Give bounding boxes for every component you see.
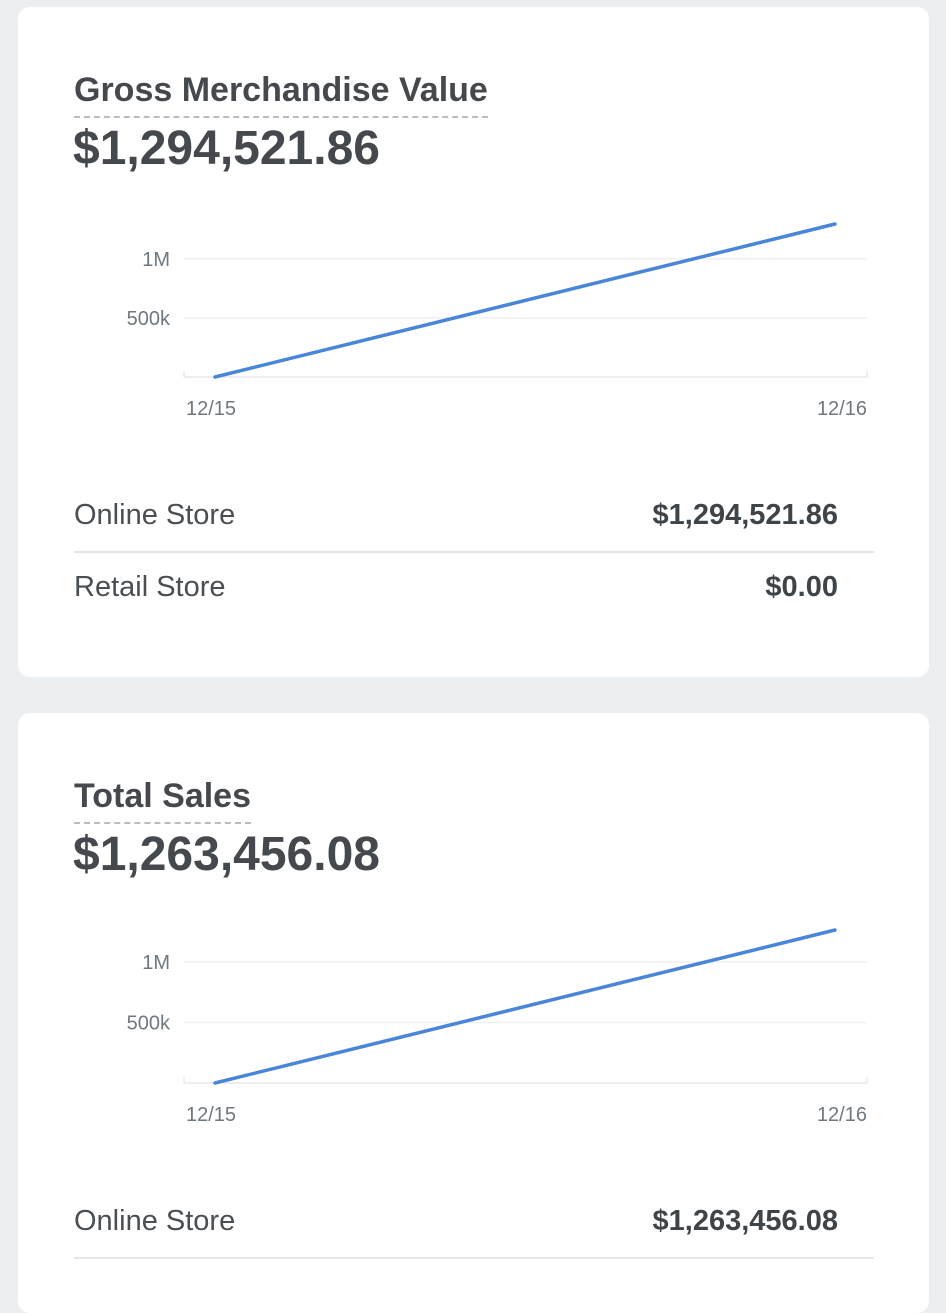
x-tick-label: 12/16 xyxy=(817,398,867,420)
total-sales-line-chart: 500k 1M 12/15 12/16 xyxy=(18,913,929,1148)
row-label: Online Store xyxy=(74,498,236,531)
sales-row-online-store[interactable]: Online Store $1,263,456.08 xyxy=(74,1185,874,1259)
gmv-row-retail-store[interactable]: Retail Store $0.00 xyxy=(74,551,874,623)
gmv-title[interactable]: Gross Merchandise Value xyxy=(74,71,488,118)
row-value: $1,294,521.86 xyxy=(652,498,838,531)
total-sales-chart-svg: 500k 1M 12/15 12/16 xyxy=(127,928,868,1126)
total-sales-value: $1,263,456.08 xyxy=(73,828,380,881)
gmv-value: $1,294,521.86 xyxy=(73,122,380,175)
row-label: Retail Store xyxy=(74,570,226,603)
y-tick-label: 500k xyxy=(127,1012,171,1034)
x-tick-label: 12/15 xyxy=(186,1104,236,1126)
gmv-card: Gross Merchandise Value $1,294,521.86 50… xyxy=(18,7,929,677)
series-line xyxy=(213,222,837,379)
row-value: $0.00 xyxy=(765,570,838,603)
y-tick-label: 500k xyxy=(127,308,171,330)
row-value: $1,263,456.08 xyxy=(652,1204,838,1237)
gmv-line-chart: 500k 1M 12/15 12/16 xyxy=(18,207,929,442)
x-tick-label: 12/15 xyxy=(186,398,236,420)
total-sales-title[interactable]: Total Sales xyxy=(74,777,251,824)
gmv-row-online-store[interactable]: Online Store $1,294,521.86 xyxy=(74,479,874,553)
total-sales-card: Total Sales $1,263,456.08 500k 1M 12/15 12/… xyxy=(18,713,929,1313)
x-tick-label: 12/16 xyxy=(817,1104,867,1126)
y-tick-label: 1M xyxy=(142,952,170,974)
gmv-chart-svg: 500k 1M 12/15 12/16 xyxy=(127,222,868,420)
row-label: Online Store xyxy=(74,1204,236,1237)
series-line xyxy=(213,928,837,1085)
y-tick-label: 1M xyxy=(142,249,170,271)
